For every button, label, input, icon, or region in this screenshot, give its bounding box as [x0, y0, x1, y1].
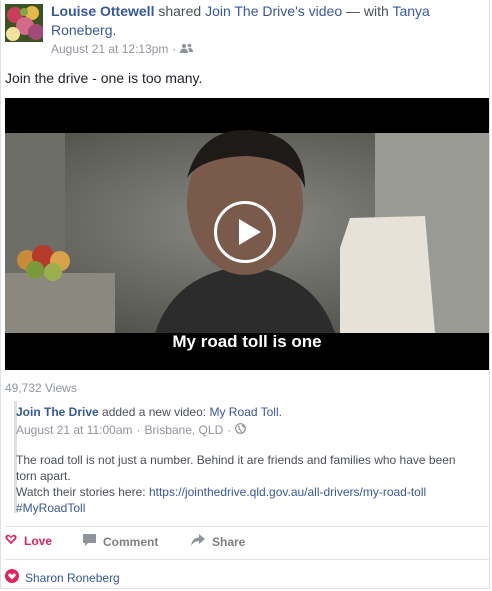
shared-object-link[interactable]: video	[309, 3, 342, 19]
play-button[interactable]	[214, 201, 276, 263]
shared-page-link[interactable]: Join The Drive's	[205, 3, 305, 19]
separator-dot: ·	[227, 423, 232, 437]
share-button[interactable]: Share	[191, 534, 245, 549]
reactions-row: Sharon Roneberg	[5, 569, 120, 586]
period: .	[278, 405, 282, 419]
shared-post-timestamp[interactable]: August 21 at 11:00am	[16, 423, 133, 437]
post-meta: August 21 at 12:13pm ·	[51, 42, 194, 56]
share-icon	[191, 534, 205, 549]
body-link-line: Watch their stories here: https://jointh…	[16, 484, 476, 500]
post-header: Louise Ottewell shared Join The Drive's …	[51, 2, 481, 40]
comment-icon	[83, 534, 96, 549]
shared-post: Join The Drive added a new video: My Roa…	[16, 405, 476, 516]
period: .	[112, 22, 117, 38]
heart-icon	[5, 534, 17, 548]
share-label: Share	[212, 534, 246, 549]
love-label: Love	[24, 534, 53, 548]
action-bar: Love Comment Share	[1, 534, 491, 552]
shared-action-text: added a new video:	[102, 405, 207, 419]
love-reaction-icon[interactable]	[5, 569, 19, 586]
comment-button[interactable]: Comment	[83, 534, 158, 549]
body-text: The road toll is not just a number. Behi…	[16, 453, 456, 483]
post-message: Join the drive - one is too many.	[5, 70, 203, 86]
body-link-prefix: Watch their stories here:	[16, 485, 146, 499]
globe-icon[interactable]	[235, 423, 247, 437]
separator-dot: ·	[172, 42, 177, 56]
hashtag-link[interactable]: #MyRoadToll	[16, 501, 85, 515]
post-timestamp[interactable]: August 21 at 12:13pm	[51, 42, 168, 56]
avatar[interactable]	[5, 4, 43, 42]
divider	[5, 526, 489, 527]
shared-post-header: Join The Drive added a new video: My Roa…	[16, 405, 476, 419]
feed-post: Louise Ottewell shared Join The Drive's …	[0, 0, 490, 589]
separator-dot: ·	[136, 423, 141, 437]
divider	[5, 559, 489, 560]
comment-label: Comment	[103, 534, 159, 549]
reactor-name-link[interactable]: Sharon Roneberg	[25, 571, 120, 585]
video-caption: My road toll is one	[172, 332, 322, 351]
url-link[interactable]: https://jointhedrive.qld.gov.au/all-driv…	[149, 485, 426, 499]
shared-verb: shared	[158, 3, 202, 19]
shared-post-body: The road toll is not just a number. Behi…	[16, 452, 476, 516]
friends-icon[interactable]	[180, 42, 194, 56]
video-player[interactable]: My road toll is one	[5, 98, 489, 370]
location-link[interactable]: Brisbane, QLD	[145, 423, 224, 437]
with-text: — with	[346, 3, 389, 19]
shared-post-meta: August 21 at 11:00am · Brisbane, QLD ·	[16, 423, 476, 437]
video-title-link[interactable]: My Road Toll	[209, 405, 278, 419]
author-link[interactable]: Louise Ottewell	[51, 3, 154, 19]
view-count: 49,732 Views	[5, 381, 77, 395]
shared-page-name-link[interactable]: Join The Drive	[16, 405, 99, 419]
love-button[interactable]: Love	[5, 534, 52, 548]
